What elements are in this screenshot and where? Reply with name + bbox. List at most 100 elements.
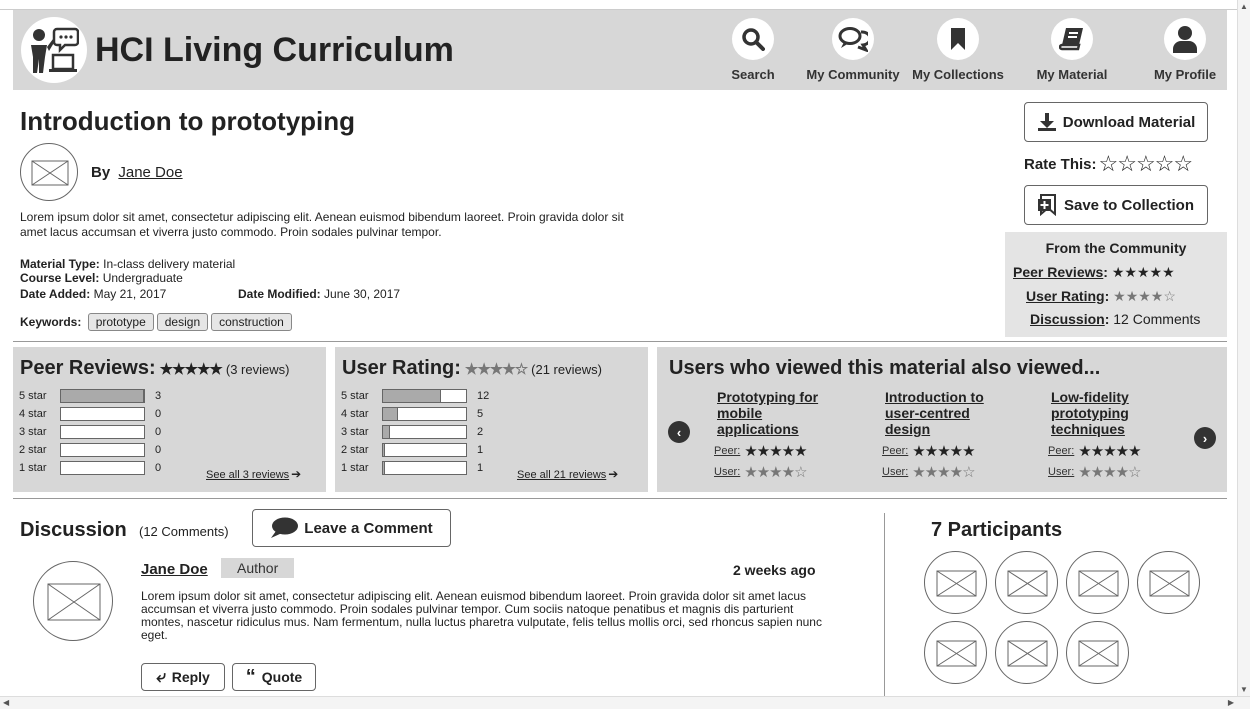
nav-my-community[interactable]: My Community — [803, 18, 903, 82]
chat-bubbles-icon — [832, 18, 874, 60]
discussion-title: Discussion — [20, 519, 127, 541]
scroll-up-icon[interactable]: ▲ — [1240, 2, 1248, 11]
user-link[interactable]: User: — [714, 466, 740, 478]
leave-comment-label: Leave a Comment — [304, 519, 433, 537]
quote-icon: “ — [245, 666, 256, 688]
scroll-right-icon[interactable]: ▶ — [1228, 698, 1234, 707]
leave-comment-button[interactable]: Leave a Comment — [252, 509, 451, 547]
recommended-item: Introduction to user-centred design Peer: ★★… — [882, 389, 1022, 481]
bar-count: 0 — [155, 462, 162, 474]
nav-my-material[interactable]: My Material — [1022, 18, 1122, 82]
bar-fill — [383, 426, 390, 438]
page-title: Introduction to prototyping — [20, 106, 356, 136]
rating-bar-row: 2 star 0 — [19, 443, 161, 457]
author-avatar[interactable] — [20, 143, 78, 201]
recommended-peer-rating: Peer: ★★★★★ — [882, 442, 1022, 460]
author-badge: Author — [221, 558, 295, 578]
participant-avatar[interactable] — [995, 551, 1058, 614]
recommended-item-title-line: prototyping — [1051, 405, 1129, 421]
peer-link[interactable]: Peer: — [1048, 445, 1074, 457]
book-icon — [1051, 18, 1093, 60]
by-label: By — [91, 164, 111, 181]
user-rating-link[interactable]: User Rating — [1026, 288, 1105, 304]
nav-my-profile[interactable]: My Profile — [1135, 18, 1235, 82]
bar-track — [60, 389, 145, 403]
comment-author-link[interactable]: Jane Doe — [141, 561, 208, 578]
recommended-item-link[interactable]: Low-fidelity prototyping techniques — [1051, 389, 1188, 437]
participant-avatar[interactable] — [1066, 551, 1129, 614]
next-arrow-icon[interactable]: › — [1194, 427, 1216, 449]
recommended-peer-rating: Peer: ★★★★★ — [714, 442, 854, 460]
recommended-user-rating: User: ★★★★☆ — [714, 463, 854, 481]
bar-fill — [61, 390, 144, 402]
bar-track — [382, 461, 467, 475]
rating-bar-row: 3 star 0 — [19, 425, 161, 439]
user-link[interactable]: User: — [1048, 466, 1074, 478]
discussion-link[interactable]: Discussion — [1030, 311, 1105, 327]
bar-label: 2 star — [341, 444, 369, 456]
nav-label: My Community — [806, 67, 900, 82]
commenter-avatar[interactable] — [33, 561, 113, 641]
rate-this: Rate This: ☆☆☆☆☆ — [1024, 151, 1194, 177]
peer-reviews-title: Peer Reviews: ★★★★★ (3 reviews) — [20, 357, 290, 379]
nav-search[interactable]: Search — [703, 18, 803, 82]
keyword-tag[interactable]: construction — [211, 313, 292, 331]
reply-button[interactable]: ⤶ Reply — [141, 663, 225, 691]
peer-link[interactable]: Peer: — [882, 445, 908, 457]
divider — [13, 498, 1227, 499]
see-all-user-reviews-link[interactable]: See all 21 reviews ➔ — [517, 467, 618, 481]
recommended-item-title-line: Prototyping for — [717, 389, 819, 405]
bar-label: 1 star — [19, 462, 47, 474]
nav-label: Search — [731, 67, 775, 82]
divider — [13, 341, 1227, 342]
participant-avatar[interactable] — [924, 621, 987, 684]
user-link[interactable]: User: — [882, 466, 908, 478]
download-material-button[interactable]: Download Material — [1024, 102, 1208, 142]
date-added: Date Added: May 21, 2017 — [20, 287, 167, 301]
recommended-user-rating: User: ★★★★☆ — [1048, 463, 1188, 481]
keyword-tag[interactable]: design — [156, 313, 209, 331]
recommended-item-title-line: techniques — [1051, 421, 1125, 437]
peer-reviews-link[interactable]: Peer Reviews — [1013, 264, 1103, 280]
search-icon — [732, 18, 774, 60]
rating-stars-input[interactable]: ☆☆☆☆☆ — [1099, 151, 1194, 177]
peer-link[interactable]: Peer: — [714, 445, 740, 457]
peer-stars: ★★★★★ — [912, 443, 975, 460]
vertical-scrollbar[interactable]: ▲ ▼ — [1237, 0, 1250, 696]
participant-avatar[interactable] — [995, 621, 1058, 684]
author-link[interactable]: Jane Doe — [118, 164, 182, 181]
download-label: Download Material — [1062, 113, 1196, 131]
course-level: Course Level: Undergraduate — [20, 271, 183, 285]
user-icon — [1164, 18, 1206, 60]
see-all-peer-reviews-link[interactable]: See all 3 reviews ➔ — [206, 467, 301, 481]
peer-reviews-panel: Peer Reviews: ★★★★★ (3 reviews) 5 star 3 4 s… — [13, 347, 326, 492]
rating-bar-row: 4 star 5 — [341, 407, 483, 421]
app-title: HCI Living Curriculum — [95, 31, 454, 69]
user-rating-title: User Rating: ★★★★☆ (21 reviews) — [342, 357, 602, 379]
horizontal-scrollbar[interactable]: ◀ ▶ — [0, 696, 1250, 709]
bar-track — [382, 407, 467, 421]
scroll-down-icon[interactable]: ▼ — [1240, 685, 1248, 694]
keyword-tag[interactable]: prototype — [87, 313, 154, 331]
recommended-item-link[interactable]: Prototyping for mobile applications — [717, 389, 854, 437]
prev-arrow-icon[interactable]: ‹ — [668, 421, 690, 443]
author-line: By Jane Doe — [91, 164, 183, 181]
recommended-item-link[interactable]: Introduction to user-centred design — [885, 389, 1022, 437]
quote-button[interactable]: “ Quote — [232, 663, 316, 691]
rating-bar-row: 5 star 12 — [341, 389, 489, 403]
bar-fill — [383, 390, 442, 402]
recommended-user-rating: User: ★★★★☆ — [882, 463, 1022, 481]
app-logo[interactable] — [21, 17, 87, 83]
bookmark-icon — [937, 18, 979, 60]
scroll-left-icon[interactable]: ◀ — [3, 698, 9, 707]
bar-count: 12 — [477, 390, 490, 402]
comment-time: 2 weeks ago — [733, 562, 816, 578]
bar-count: 2 — [477, 426, 484, 438]
bar-count: 5 — [477, 408, 484, 420]
user-stars: ★★★★☆ — [1078, 464, 1141, 481]
participant-avatar[interactable] — [1137, 551, 1200, 614]
participant-avatar[interactable] — [1066, 621, 1129, 684]
save-to-collection-button[interactable]: Save to Collection — [1024, 185, 1208, 225]
nav-my-collections[interactable]: My Collections — [908, 18, 1008, 82]
participant-avatar[interactable] — [924, 551, 987, 614]
